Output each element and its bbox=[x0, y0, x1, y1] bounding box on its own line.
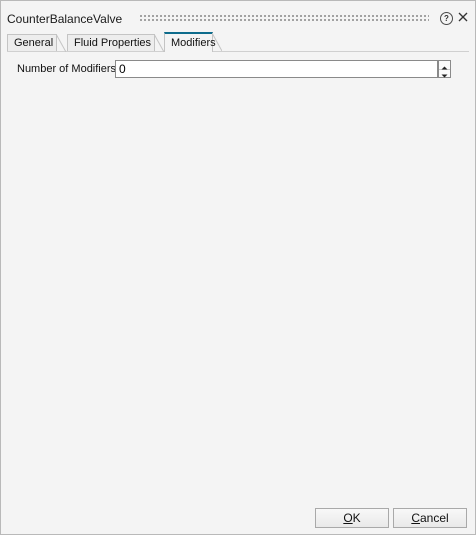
cancel-label-rest: ancel bbox=[419, 511, 449, 525]
tab-fluid-properties-label: Fluid Properties bbox=[74, 37, 152, 49]
number-of-modifiers-spinner bbox=[438, 60, 451, 78]
tab-general[interactable]: General bbox=[7, 34, 66, 52]
tab-edge bbox=[154, 34, 164, 52]
drag-grip[interactable] bbox=[139, 14, 429, 22]
tab-general-label: General bbox=[14, 37, 54, 49]
window-title: CounterBalanceValve bbox=[7, 12, 123, 26]
tab-edge bbox=[56, 34, 66, 52]
number-of-modifiers-input[interactable] bbox=[115, 60, 438, 78]
counter-balance-valve-dialog: CounterBalanceValve ? General Fluid Prop… bbox=[0, 0, 476, 535]
cancel-button[interactable]: Cancel bbox=[393, 508, 467, 528]
ok-label-rest: K bbox=[352, 511, 361, 525]
tab-strip: General Fluid Properties Modifiers bbox=[7, 32, 473, 52]
cancel-accelerator: C bbox=[411, 511, 420, 525]
ok-accelerator: O bbox=[343, 511, 353, 525]
help-icon[interactable]: ? bbox=[440, 12, 453, 25]
close-icon[interactable] bbox=[456, 10, 470, 24]
spin-down-button[interactable] bbox=[439, 69, 450, 78]
number-of-modifiers-label: Number of Modifiers bbox=[17, 63, 117, 75]
tab-modifiers-label: Modifiers bbox=[171, 37, 216, 49]
tab-edge bbox=[212, 33, 222, 51]
tab-modifiers[interactable]: Modifiers bbox=[164, 32, 222, 52]
ok-button[interactable]: OK bbox=[315, 508, 389, 528]
tab-fluid-properties[interactable]: Fluid Properties bbox=[67, 34, 164, 52]
title-bar[interactable]: CounterBalanceValve ? bbox=[1, 1, 475, 31]
arrow-down-icon bbox=[441, 74, 448, 78]
